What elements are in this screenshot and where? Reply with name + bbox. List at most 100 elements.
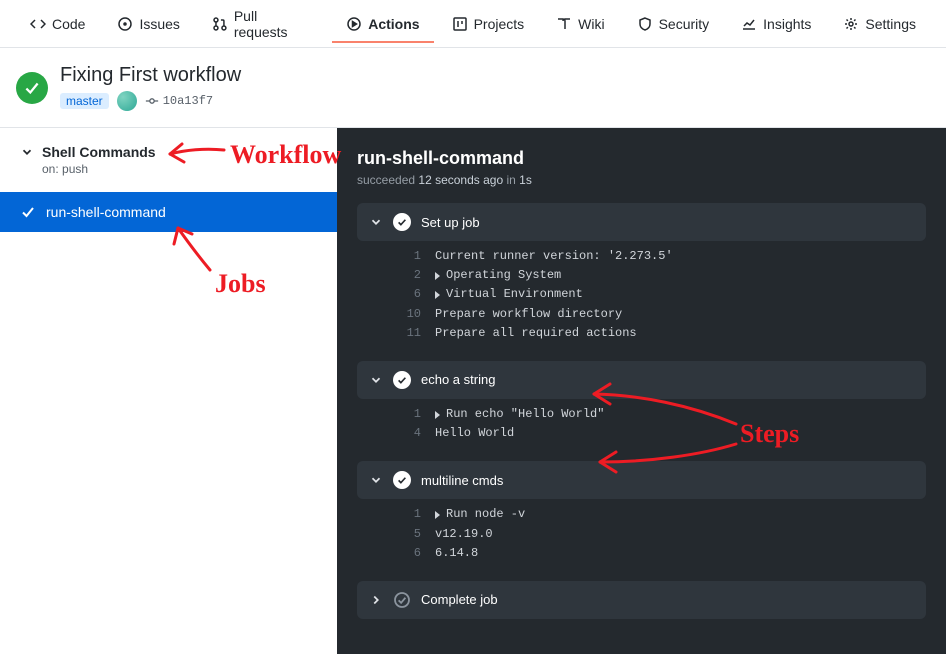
- log-ago: 12 seconds ago: [418, 173, 503, 187]
- chevron-down-icon: [369, 215, 383, 229]
- tab-label: Issues: [139, 16, 179, 32]
- line-text: v12.19.0: [435, 525, 493, 544]
- line-text: 6.14.8: [435, 544, 478, 563]
- chevron-down-icon: [369, 373, 383, 387]
- tab-issues[interactable]: Issues: [103, 6, 193, 42]
- log-line: 1Run echo "Hello World": [397, 405, 926, 424]
- tab-label: Projects: [474, 16, 525, 32]
- line-text: Prepare workflow directory: [435, 305, 622, 324]
- check-icon: [20, 204, 36, 220]
- step: Complete job: [357, 581, 926, 619]
- workflow-trigger: on: push: [42, 162, 317, 176]
- job-name: run-shell-command: [46, 204, 166, 220]
- tab-settings[interactable]: Settings: [829, 6, 930, 42]
- step: Set up job 1 Current runner version: '2.2…: [357, 203, 926, 345]
- line-number: 2: [397, 266, 421, 285]
- tab-actions[interactable]: Actions: [332, 6, 433, 42]
- log-line: 10 Prepare workflow directory: [397, 305, 926, 324]
- run-meta: master 10a13f7: [60, 91, 241, 111]
- commit-sha[interactable]: 10a13f7: [145, 94, 213, 108]
- tab-code[interactable]: Code: [16, 6, 99, 42]
- body: Shell Commands on: push run-shell-comman…: [0, 128, 946, 654]
- log-line: 1 Run node -v: [397, 505, 926, 524]
- workflow-name: Shell Commands: [42, 144, 156, 160]
- step-title: Complete job: [421, 592, 498, 607]
- line-text: Run echo "Hello World": [435, 405, 604, 424]
- avatar[interactable]: [117, 91, 137, 111]
- tab-label: Settings: [865, 16, 916, 32]
- line-text: Operating System: [435, 266, 561, 285]
- log-line: 11Prepare all required actions: [397, 324, 926, 343]
- line-text: Virtual Environment: [435, 285, 583, 304]
- log-line: 6 6.14.8: [397, 544, 926, 563]
- line-text: Prepare all required actions: [435, 324, 637, 343]
- commit-icon: [145, 94, 159, 108]
- disclosure-triangle-icon[interactable]: [435, 291, 440, 299]
- disclosure-triangle-icon[interactable]: [435, 511, 440, 519]
- status-word: succeeded: [357, 173, 415, 187]
- run-title: Fixing First workflow: [60, 64, 241, 87]
- check-circle-icon: [393, 371, 411, 389]
- tab-insights[interactable]: Insights: [727, 6, 825, 42]
- line-text: Current runner version: '2.273.5': [435, 247, 673, 266]
- log-panel[interactable]: run-shell-command succeeded 12 seconds a…: [337, 128, 946, 654]
- tab-wiki[interactable]: Wiki: [542, 6, 618, 42]
- sidebar-job-run-shell-command[interactable]: run-shell-command: [0, 192, 337, 232]
- repo-tabs: Code Issues Pull requests Actions Projec…: [0, 0, 946, 48]
- log-duration: 1s: [519, 173, 532, 187]
- log-header: run-shell-command succeeded 12 seconds a…: [357, 148, 926, 187]
- line-text: Hello World: [435, 424, 514, 443]
- line-number: 1: [397, 247, 421, 266]
- sha-text: 10a13f7: [163, 94, 213, 108]
- chevron-down-icon: [20, 145, 34, 159]
- log-line: 2 Operating System: [397, 266, 926, 285]
- tab-pull-requests[interactable]: Pull requests: [198, 0, 328, 50]
- tab-label: Security: [659, 16, 710, 32]
- in-word: in: [506, 173, 515, 187]
- log-line: 4Hello World: [397, 424, 926, 443]
- tab-security[interactable]: Security: [623, 6, 724, 42]
- tab-label: Actions: [368, 16, 419, 32]
- step: echo a string 1Run echo "Hello World"4He…: [357, 361, 926, 445]
- log-subtitle: succeeded 12 seconds ago in 1s: [357, 173, 926, 187]
- git-pull-request-icon: [212, 16, 228, 32]
- sidebar: Shell Commands on: push run-shell-comman…: [0, 128, 337, 654]
- log-lines: 1 Current runner version: '2.273.5' 2 Opera…: [357, 241, 926, 345]
- step-header[interactable]: Complete job: [357, 581, 926, 619]
- check-circle-icon: [393, 213, 411, 231]
- disclosure-triangle-icon[interactable]: [435, 411, 440, 419]
- run-header: Fixing First workflow master 10a13f7: [0, 48, 946, 128]
- steps-container: Set up job 1 Current runner version: '2.2…: [357, 203, 926, 619]
- line-number: 1: [397, 505, 421, 524]
- check-circle-icon: [393, 591, 411, 609]
- check-circle-icon: [393, 471, 411, 489]
- log-line: 1 Current runner version: '2.273.5': [397, 247, 926, 266]
- step-header[interactable]: Set up job: [357, 203, 926, 241]
- tab-label: Pull requests: [234, 8, 314, 40]
- step-header[interactable]: multiline cmds: [357, 461, 926, 499]
- line-number: 5: [397, 525, 421, 544]
- branch-badge[interactable]: master: [60, 93, 109, 109]
- step-title: echo a string: [421, 372, 495, 387]
- log-title: run-shell-command: [357, 148, 926, 169]
- line-text: Run node -v: [435, 505, 525, 524]
- tab-projects[interactable]: Projects: [438, 6, 539, 42]
- book-icon: [556, 16, 572, 32]
- line-number: 6: [397, 285, 421, 304]
- log-line: 6 Virtual Environment: [397, 285, 926, 304]
- tab-label: Wiki: [578, 16, 604, 32]
- gear-icon: [843, 16, 859, 32]
- workflow-item[interactable]: Shell Commands on: push: [0, 128, 337, 192]
- log-lines: 1Run echo "Hello World"4Hello World: [357, 399, 926, 445]
- log-lines: 1 Run node -v 5 v12.19.0 6 6.14.8: [357, 499, 926, 565]
- code-icon: [30, 16, 46, 32]
- line-number: 10: [397, 305, 421, 324]
- log-line: 5 v12.19.0: [397, 525, 926, 544]
- step: multiline cmds 1 Run node -v 5 v12.19.0 6 6.1…: [357, 461, 926, 565]
- step-header[interactable]: echo a string: [357, 361, 926, 399]
- line-number: 6: [397, 544, 421, 563]
- step-title: Set up job: [421, 215, 480, 230]
- play-icon: [346, 16, 362, 32]
- tab-label: Code: [52, 16, 85, 32]
- disclosure-triangle-icon[interactable]: [435, 272, 440, 280]
